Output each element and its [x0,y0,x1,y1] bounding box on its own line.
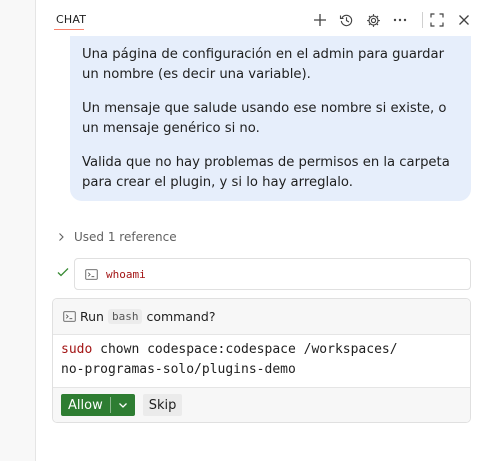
maximize-icon[interactable] [427,10,447,30]
command-line-1: chown codespace:codespace /workspaces/ [92,342,398,357]
allow-button[interactable]: Allow [61,394,110,416]
used-references-toggle[interactable]: Used 1 reference [56,228,177,246]
plus-icon[interactable] [310,10,330,30]
header-divider [422,12,423,28]
message-paragraph: Un mensaje que salude usando ese nombre … [82,101,447,136]
check-icon [57,268,69,277]
run-command-actions: Allow Skip [53,387,470,422]
command-line-2: no-programas-solo/plugins-demo [61,362,296,377]
terminal-command: whoami [106,267,146,281]
run-suffix: command? [146,309,216,324]
chevron-down-icon [118,403,127,408]
allow-dropdown-button[interactable] [111,394,135,416]
history-icon[interactable] [336,10,356,30]
chat-panel: CHAT Una página de configuración en el a… [36,0,484,461]
message-paragraph: Valida que no hay problemas de permisos … [82,155,450,190]
terminal-result[interactable]: whoami [74,258,471,290]
tab-chat[interactable]: CHAT [56,13,86,26]
user-message-bubble: Una página de configuración en el admin … [70,36,471,201]
more-ellipsis-icon[interactable] [390,10,410,30]
tab-active-indicator [54,29,84,30]
shell-chip: bash [107,309,143,324]
command-keyword: sudo [61,342,93,357]
skip-button[interactable]: Skip [142,394,183,416]
run-prefix: Run [80,309,104,324]
run-command-header: Run bash command? [53,299,470,335]
message-paragraph: Una página de configuración en el admin … [82,47,444,82]
chevron-right-icon [59,233,64,241]
run-command-card: Run bash command? sudo chown codespace:c… [52,298,471,423]
activity-strip [0,0,36,461]
settings-gear-icon[interactable] [363,10,383,30]
used-references-label: Used 1 reference [74,230,177,244]
chat-header: CHAT [36,0,484,40]
allow-button-group: Allow [61,394,135,416]
app-window: CHAT Una página de configuración en el a… [0,0,484,461]
close-icon[interactable] [454,10,474,30]
terminal-icon [85,268,98,280]
command-code-block[interactable]: sudo chown codespace:codespace /workspac… [53,335,470,387]
terminal-icon [63,311,76,322]
